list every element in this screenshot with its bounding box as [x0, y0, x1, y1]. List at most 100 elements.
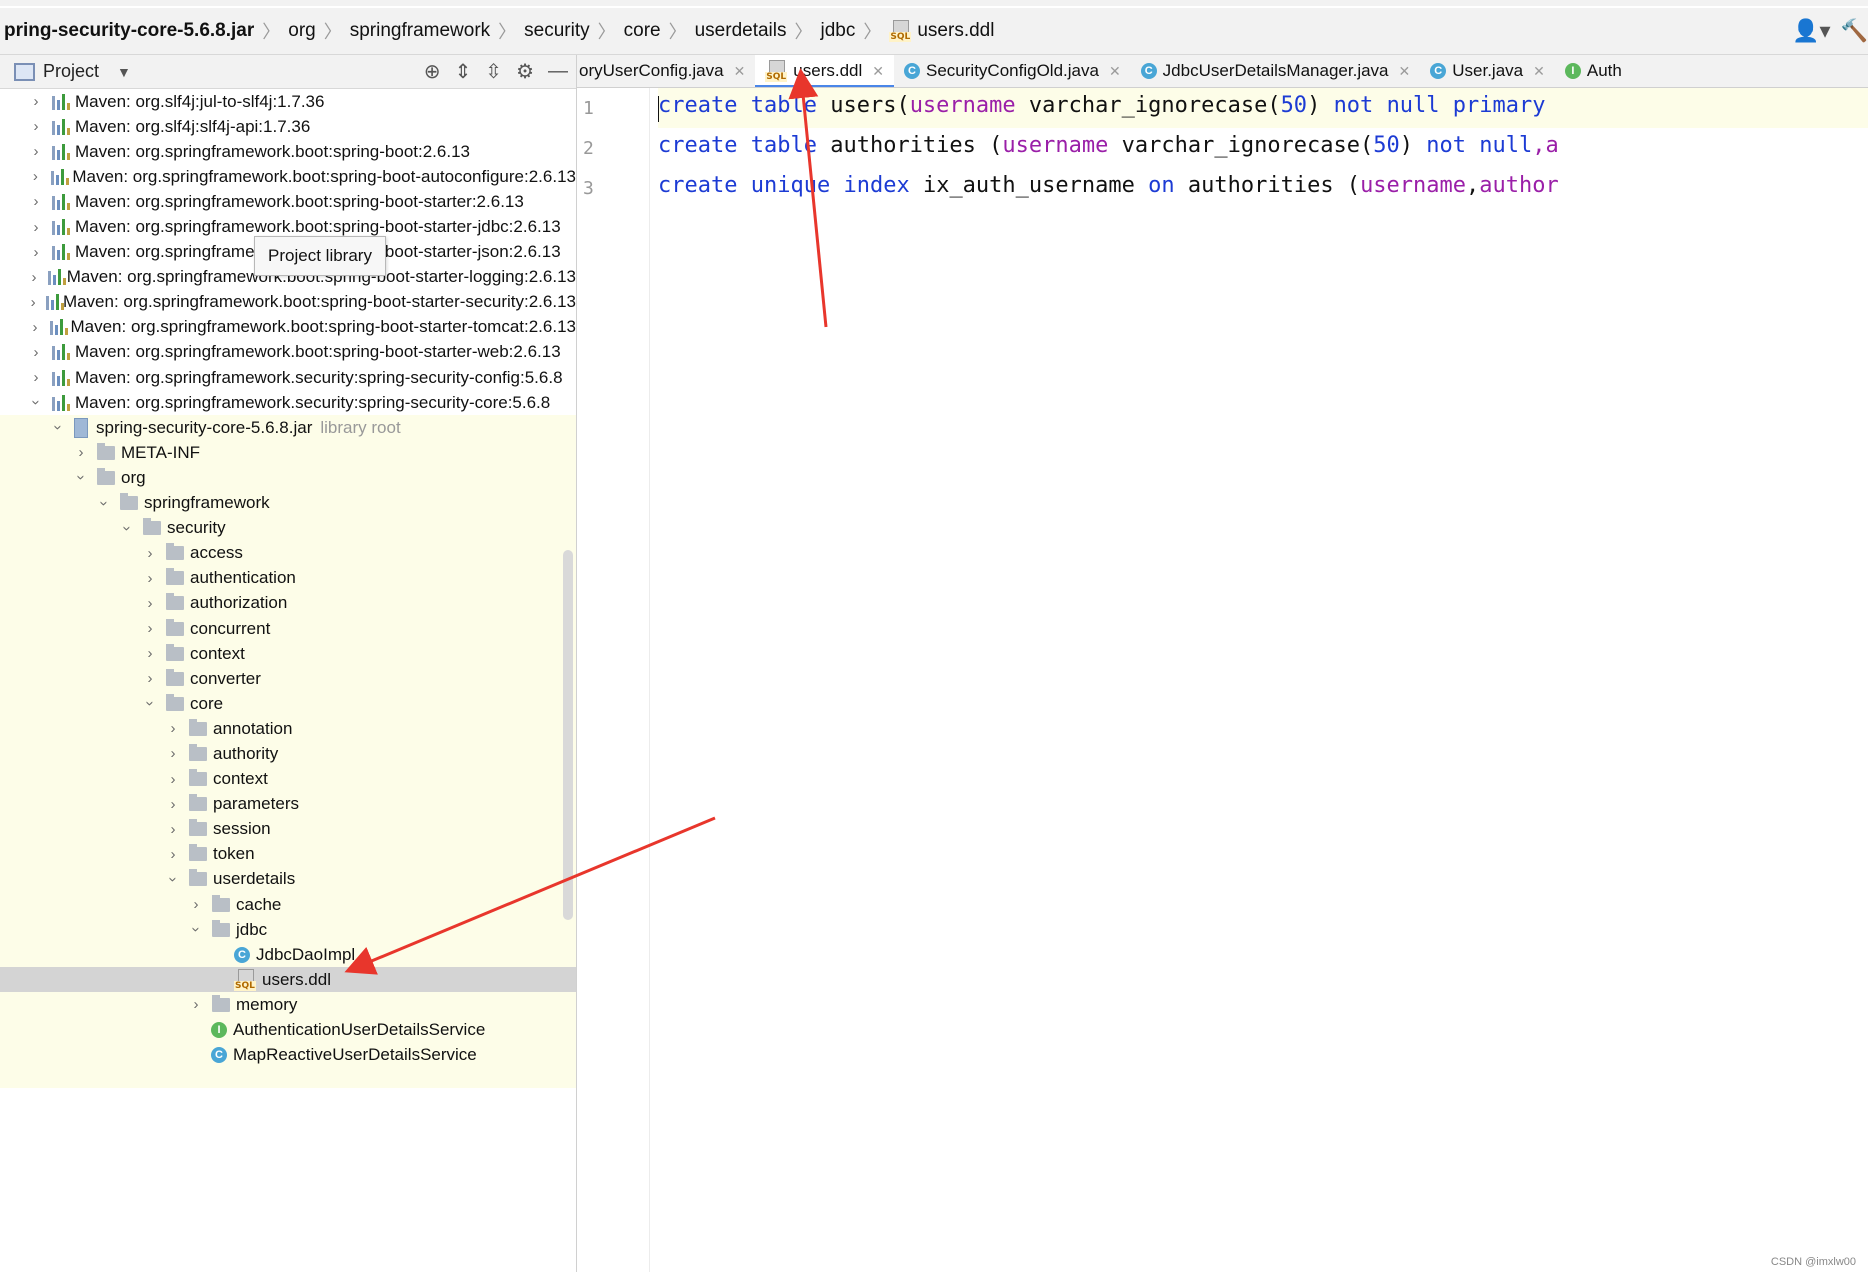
build-hammer-icon[interactable]: 🔨	[1841, 18, 1868, 44]
minimize-icon[interactable]: —	[548, 60, 568, 83]
chevron-down-icon[interactable]: ›	[28, 395, 45, 411]
close-icon[interactable]: ✕	[1533, 63, 1545, 80]
chevron-right-icon[interactable]: ›	[28, 319, 42, 336]
tree-item[interactable]: › jdbc	[0, 917, 576, 943]
chevron-down-icon[interactable]: ›	[119, 520, 136, 536]
chevron-right-icon[interactable]: ›	[28, 193, 44, 210]
tree-item[interactable]: › Maven: org.springframework.security:spr…	[0, 365, 576, 390]
gear-icon[interactable]: ⚙	[516, 59, 534, 84]
tab[interactable]: C User.java ✕	[1420, 55, 1555, 87]
chevron-right-icon[interactable]: ›	[142, 670, 158, 687]
chevron-right-icon[interactable]: ›	[28, 244, 44, 261]
chevron-down-icon[interactable]: ›	[96, 495, 113, 511]
breadcrumb-item[interactable]: springframework	[344, 20, 496, 42]
tab[interactable]: C JdbcUserDetailsManager.java ✕	[1131, 55, 1421, 87]
breadcrumb-file[interactable]: SQL users.ddl	[883, 19, 1000, 42]
chevron-right-icon[interactable]: ›	[28, 294, 38, 311]
tree-item[interactable]: › security	[0, 515, 576, 541]
chevron-right-icon[interactable]: ›	[28, 219, 44, 236]
tree-item[interactable]: ›Maven: org.springframework.boot:spring-…	[0, 139, 576, 164]
tree-item[interactable]: › concurrent	[0, 615, 576, 642]
chevron-right-icon[interactable]: ›	[73, 444, 89, 461]
chevron-right-icon[interactable]: ›	[142, 545, 158, 562]
tree-item[interactable]: › authorization	[0, 590, 576, 616]
tree-item[interactable]: C JdbcDaoImpl	[0, 942, 576, 968]
chevron-right-icon[interactable]: ›	[28, 269, 40, 286]
chevron-right-icon[interactable]: ›	[142, 595, 158, 612]
chevron-right-icon[interactable]: ›	[142, 645, 158, 662]
chevron-down-icon[interactable]: ›	[165, 871, 182, 887]
tree-item[interactable]: › converter	[0, 666, 576, 692]
tree-item[interactable]: › session	[0, 816, 576, 842]
tree-item[interactable]: › cache	[0, 892, 576, 918]
chevron-right-icon[interactable]: ›	[165, 846, 181, 863]
tree-item[interactable]: ›Maven: org.springframework.boot:spring-…	[0, 340, 576, 365]
tree-item[interactable]: › Maven: org.slf4j:jul-to-slf4j:1.7.36	[0, 89, 576, 114]
tab[interactable]: oryUserConfig.java ✕	[577, 55, 755, 87]
chevron-down-icon[interactable]: ›	[73, 470, 90, 486]
tab-active[interactable]: SQL users.ddl ✕	[755, 55, 895, 87]
close-icon[interactable]: ✕	[734, 63, 746, 80]
close-icon[interactable]: ✕	[1399, 63, 1411, 80]
collapse-all-icon[interactable]: ⇳	[485, 59, 502, 84]
chevron-right-icon[interactable]: ›	[142, 620, 158, 637]
tree-item[interactable]: I AuthenticationUserDetailsService	[0, 1017, 576, 1043]
user-account-icon[interactable]: 👤▾	[1792, 18, 1830, 44]
chevron-right-icon[interactable]: ›	[165, 796, 181, 813]
tree-item[interactable]: › Maven: org.slf4j:slf4j-api:1.7.36	[0, 114, 576, 139]
close-icon[interactable]: ✕	[872, 63, 884, 80]
tree-item[interactable]: › access	[0, 540, 576, 566]
tree-item[interactable]: › memory	[0, 992, 576, 1018]
chevron-right-icon[interactable]: ›	[165, 745, 181, 762]
chevron-right-icon[interactable]: ›	[28, 369, 44, 386]
tree-item[interactable]: › META-INF	[0, 440, 576, 466]
chevron-right-icon[interactable]: ›	[142, 570, 158, 587]
breadcrumb-item[interactable]: pring-security-core-5.6.8.jar	[0, 20, 260, 42]
tree-item-selected[interactable]: SQL users.ddl	[0, 967, 576, 993]
chevron-right-icon[interactable]: ›	[188, 896, 204, 913]
chevron-right-icon[interactable]: ›	[28, 93, 44, 110]
chevron-right-icon[interactable]: ›	[28, 143, 44, 160]
tree-item[interactable]: ›Maven: org.springframework.boot:spring-…	[0, 164, 576, 189]
chevron-down-icon[interactable]: ›	[142, 696, 159, 712]
chevron-right-icon[interactable]: ›	[28, 118, 44, 135]
breadcrumb-item[interactable]: jdbc	[815, 20, 862, 42]
chevron-right-icon[interactable]: ›	[165, 771, 181, 788]
tree-item[interactable]: › annotation	[0, 716, 576, 742]
chevron-down-icon[interactable]: ▼	[117, 64, 131, 80]
chevron-down-icon[interactable]: ›	[50, 420, 67, 436]
tree-item[interactable]: › context	[0, 641, 576, 667]
tree-item[interactable]: ›Maven: org.springframework.boot:spring-…	[0, 290, 576, 315]
chevron-right-icon[interactable]: ›	[188, 996, 204, 1013]
chevron-right-icon[interactable]: ›	[28, 344, 44, 361]
chevron-right-icon[interactable]: ›	[165, 821, 181, 838]
close-icon[interactable]: ✕	[1109, 63, 1121, 80]
tree-item[interactable]: C MapReactiveUserDetailsService	[0, 1042, 576, 1068]
tree-item[interactable]: › authentication	[0, 565, 576, 591]
chevron-down-icon[interactable]: ›	[188, 922, 205, 938]
breadcrumb-item[interactable]: security	[518, 20, 595, 42]
project-panel-title[interactable]: Project	[43, 61, 99, 82]
tree-item[interactable]: › context	[0, 766, 576, 792]
breadcrumb-item[interactable]: core	[618, 20, 667, 42]
breadcrumb-item[interactable]: org	[282, 20, 321, 42]
chevron-right-icon[interactable]: ›	[165, 720, 181, 737]
breadcrumb-item[interactable]: userdetails	[689, 20, 793, 42]
locate-target-icon[interactable]: ⊕	[424, 59, 441, 84]
chevron-right-icon[interactable]: ›	[28, 168, 43, 185]
tree-item[interactable]: ›Maven: org.springframework.boot:spring-…	[0, 315, 576, 340]
tree-item[interactable]: › userdetails	[0, 866, 576, 892]
expand-all-icon[interactable]: ⇕	[455, 59, 472, 84]
tab[interactable]: I Auth	[1555, 55, 1632, 87]
tree-item[interactable]: › parameters	[0, 791, 576, 817]
tree-item[interactable]: › core	[0, 691, 576, 717]
tree-item[interactable]: › spring-security-core-5.6.8.jar library r…	[0, 415, 576, 441]
tree-scrollbar[interactable]	[563, 550, 573, 920]
tree-item[interactable]: › token	[0, 841, 576, 867]
tree-item[interactable]: › Maven: org.springframework.security:spr…	[0, 390, 576, 415]
tree-item[interactable]: › springframework	[0, 490, 576, 516]
tree-item[interactable]: ›Maven: org.springframework.boot:spring-…	[0, 189, 576, 214]
tree-item[interactable]: › authority	[0, 741, 576, 767]
tab[interactable]: C SecurityConfigOld.java ✕	[894, 55, 1131, 87]
code-area[interactable]: create table users(username varchar_igno…	[658, 88, 1868, 1272]
